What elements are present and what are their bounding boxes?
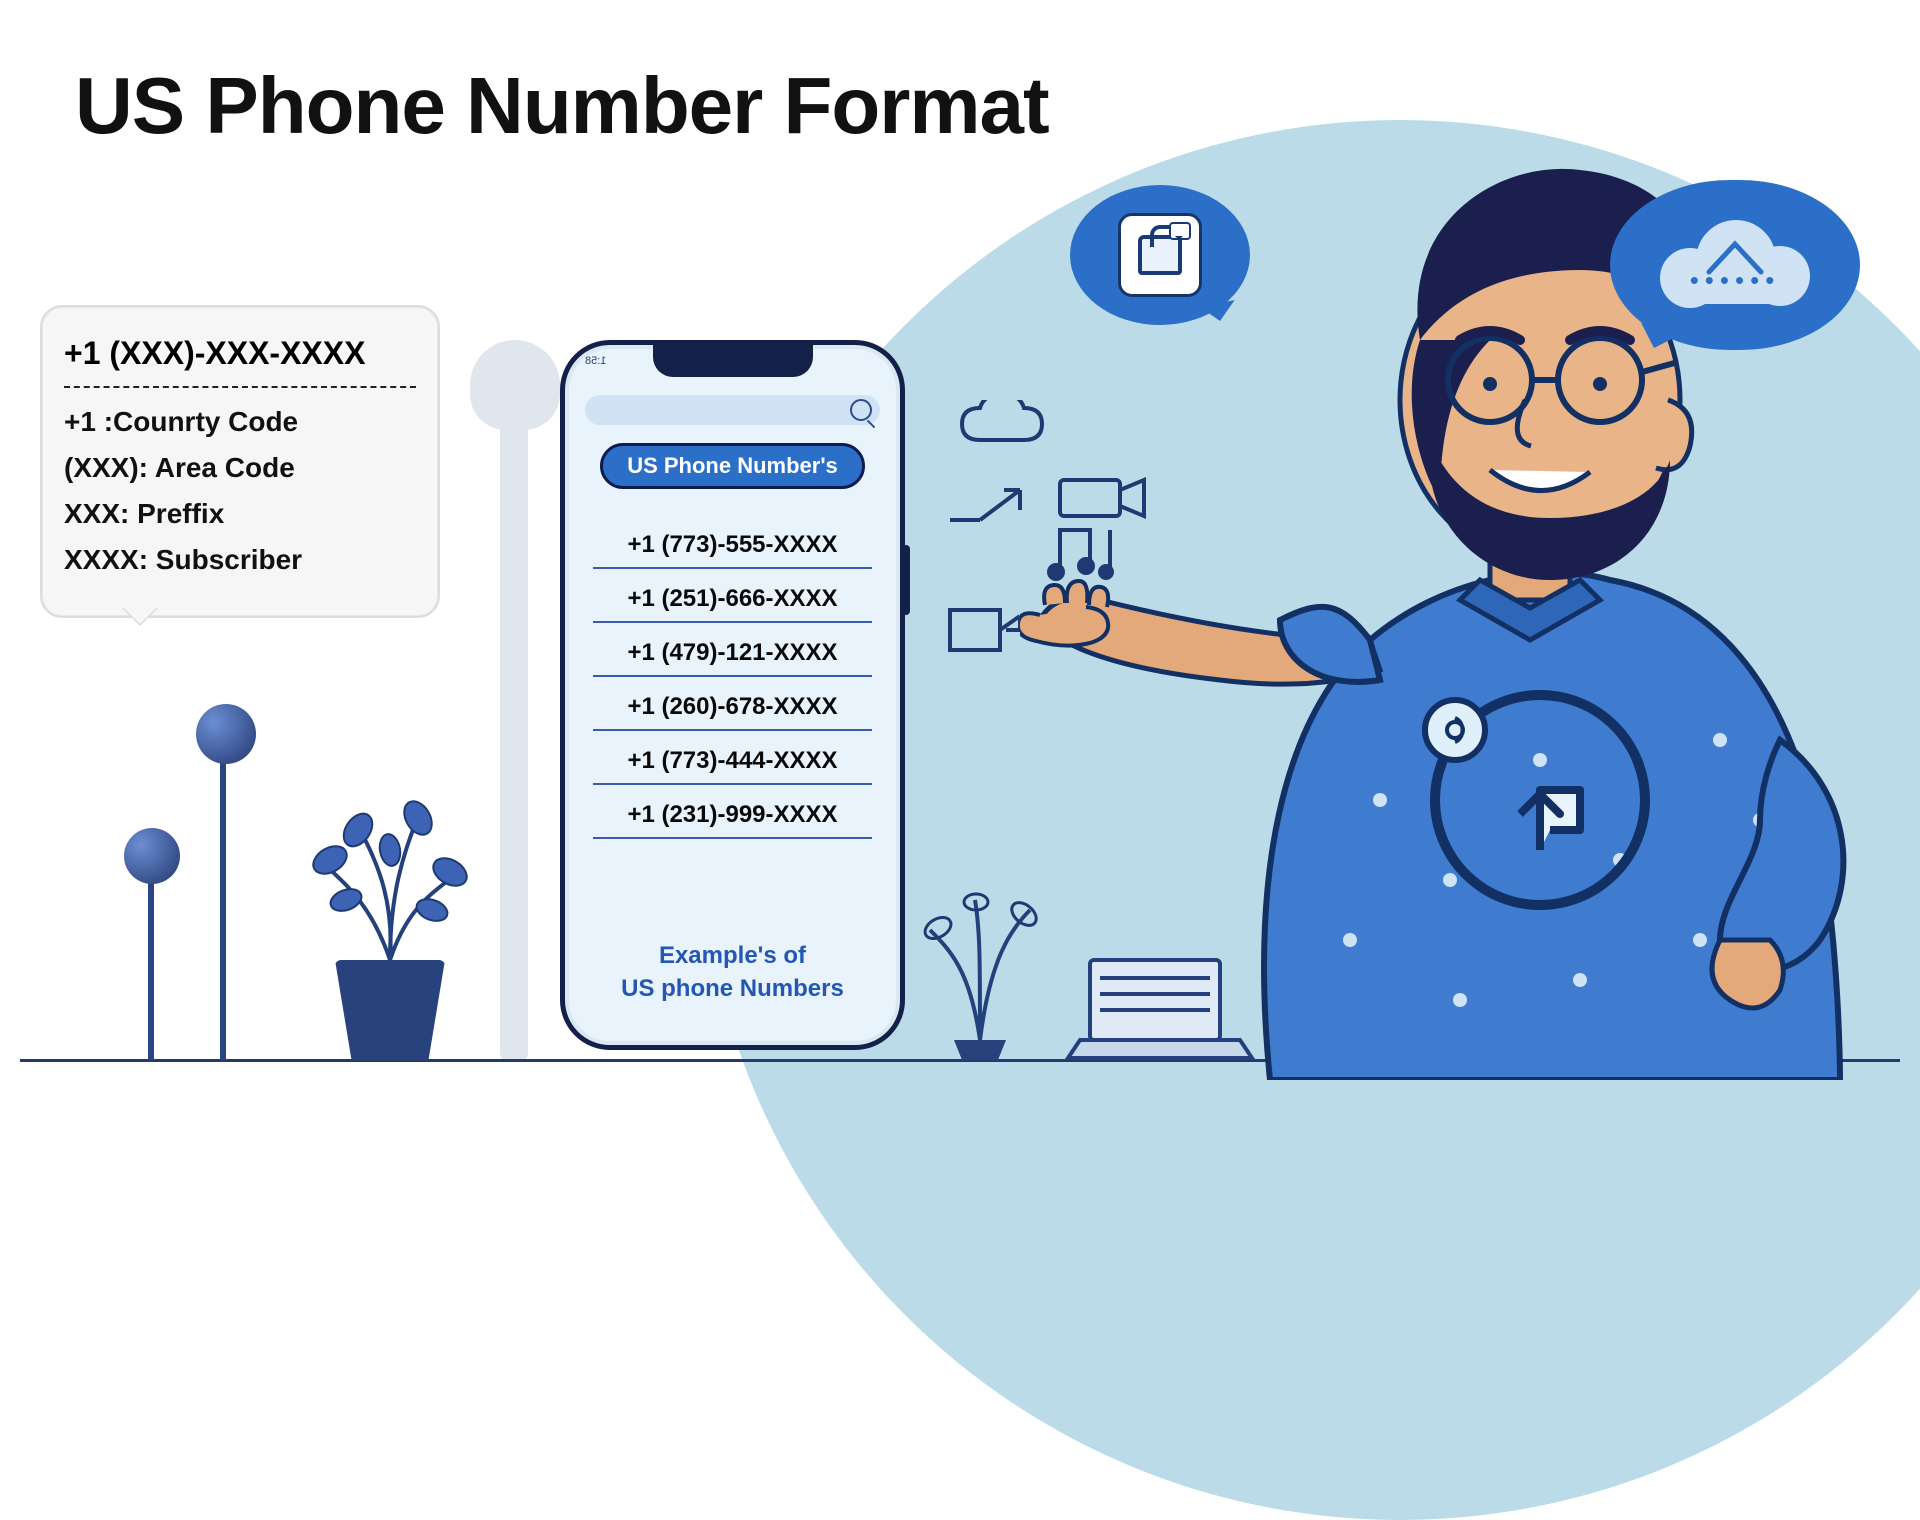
lamp-decoration [120,700,300,1060]
legend-subscriber: XXXX: Subscriber [64,544,416,576]
legend-country-code: +1 :Counrty Code [64,406,416,438]
phone-statusbar: 1:58 [585,355,606,367]
shopping-app-icon [1118,213,1202,297]
example-number: +1 (251)-666-XXXX [593,569,872,623]
phone-example-list: +1 (773)-555-XXXX +1 (251)-666-XXXX +1 (… [593,515,872,839]
format-legend-callout: +1 (XXX)-XXX-XXXX +1 :Counrty Code (XXX)… [40,305,440,618]
cloud-upload-icon: •••••• [1660,220,1810,310]
phone-searchbar [585,395,880,425]
thought-bubble-cloud: •••••• [1610,180,1860,350]
example-number: +1 (773)-555-XXXX [593,515,872,569]
legend-area-code: (XXX): Area Code [64,452,416,484]
phone-mockup: 1:58 US Phone Number's +1 (773)-555-XXXX… [560,340,905,1050]
phone-notch [653,343,813,377]
plant-decoration [300,760,480,1060]
legend-prefix: XXX: Preffix [64,498,416,530]
page-title: US Phone Number Format [75,60,1049,152]
search-icon [850,399,872,421]
example-number: +1 (773)-444-XXXX [593,731,872,785]
chat-icon [1169,222,1191,240]
format-pattern: +1 (XXX)-XXX-XXXX [64,335,416,388]
background-lamp-pole [500,420,528,1060]
phone-example-caption: Example's of US phone Numbers [565,940,900,1005]
example-number: +1 (479)-121-XXXX [593,623,872,677]
thought-bubble-shopping [1070,185,1250,325]
example-number: +1 (260)-678-XXXX [593,677,872,731]
phone-header-pill: US Phone Number's [600,443,865,489]
phone-side-button [902,545,910,615]
example-number: +1 (231)-999-XXXX [593,785,872,839]
